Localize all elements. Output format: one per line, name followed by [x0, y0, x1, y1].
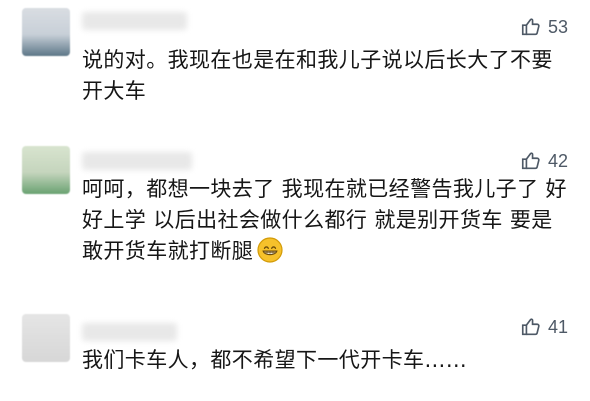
blurred-username	[82, 12, 187, 30]
avatar[interactable]	[22, 8, 70, 56]
thumbs-up-icon	[520, 16, 542, 38]
comment-text: 说的对。我现在也是在和我儿子说以后长大了不要开大车	[82, 48, 553, 103]
comment-card: 41 我们卡车人，都不希望下一代开卡车……	[0, 306, 590, 401]
like-count: 42	[547, 151, 568, 171]
blurred-username	[82, 152, 192, 170]
comment-card: 53 说的对。我现在也是在和我儿子说以后长大了不要开大车	[0, 0, 590, 103]
like-button[interactable]: 53	[520, 16, 568, 38]
avatar[interactable]	[22, 314, 70, 362]
thumbs-up-icon	[520, 150, 542, 172]
like-button[interactable]: 42	[520, 150, 568, 172]
like-button[interactable]: 41	[520, 316, 568, 338]
grinning-face-icon	[257, 237, 283, 263]
comment-card: 42 呵呵，都想一块去了 我现在就已经警告我儿子了 好好上学 以后出社会做什么都…	[0, 138, 590, 278]
comment-text: 呵呵，都想一块去了 我现在就已经警告我儿子了 好好上学 以后出社会做什么都行 就…	[82, 174, 568, 267]
thumbs-up-icon	[520, 316, 542, 338]
blurred-username	[82, 323, 177, 341]
comment-text-content: 呵呵，都想一块去了 我现在就已经警告我儿子了 好好上学 以后出社会做什么都行 就…	[82, 177, 567, 263]
comment-text: 我们卡车人，都不希望下一代开卡车……	[82, 348, 468, 372]
like-count: 41	[547, 317, 568, 337]
avatar[interactable]	[22, 146, 70, 194]
like-count: 53	[547, 17, 568, 37]
